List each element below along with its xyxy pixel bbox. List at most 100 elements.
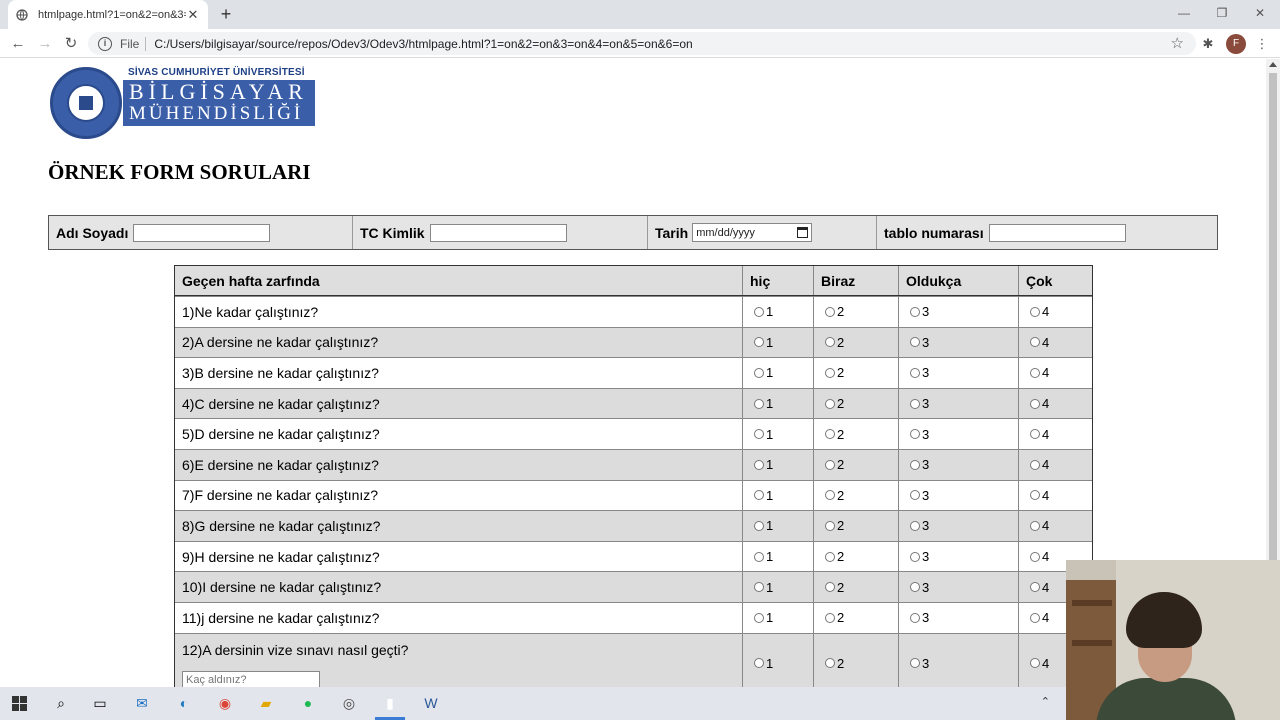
option-label[interactable]: 3 — [910, 457, 929, 472]
option-label[interactable]: 1 — [754, 304, 773, 319]
radio-button[interactable] — [1030, 306, 1040, 317]
option-label[interactable]: 2 — [825, 488, 844, 503]
option-label[interactable]: 1 — [754, 365, 773, 380]
option-label[interactable]: 1 — [754, 335, 773, 350]
option-label[interactable]: 2 — [825, 335, 844, 350]
option-label[interactable]: 3 — [910, 488, 929, 503]
option-label[interactable]: 2 — [825, 365, 844, 380]
radio-button[interactable] — [1030, 367, 1040, 378]
radio-button[interactable] — [910, 520, 920, 531]
radio-button[interactable] — [754, 490, 764, 501]
radio-button[interactable] — [825, 337, 835, 348]
radio-button[interactable] — [910, 582, 920, 593]
radio-button[interactable] — [825, 459, 835, 470]
maximize-button[interactable]: ❐ — [1210, 4, 1234, 22]
radio-button[interactable] — [910, 459, 920, 470]
radio-button[interactable] — [754, 459, 764, 470]
radio-button[interactable] — [910, 367, 920, 378]
radio-button[interactable] — [754, 658, 764, 669]
close-window-button[interactable]: ✕ — [1248, 4, 1272, 22]
radio-button[interactable] — [910, 490, 920, 501]
option-label[interactable]: 4 — [1030, 396, 1049, 411]
option-label[interactable]: 4 — [1030, 580, 1049, 595]
radio-button[interactable] — [910, 306, 920, 317]
option-label[interactable]: 4 — [1030, 549, 1049, 564]
option-label[interactable]: 1 — [754, 656, 773, 671]
option-label[interactable]: 1 — [754, 610, 773, 625]
minimize-button[interactable]: — — [1172, 4, 1196, 22]
radio-button[interactable] — [754, 551, 764, 562]
radio-button[interactable] — [825, 490, 835, 501]
radio-button[interactable] — [910, 429, 920, 440]
document-icon[interactable]: ▮ — [379, 692, 401, 714]
option-label[interactable]: 4 — [1030, 518, 1049, 533]
option-label[interactable]: 3 — [910, 518, 929, 533]
option-label[interactable]: 3 — [910, 610, 929, 625]
reload-button[interactable]: ↻ — [60, 33, 82, 55]
radio-button[interactable] — [1030, 490, 1040, 501]
option-label[interactable]: 2 — [825, 549, 844, 564]
spotify-icon[interactable]: ● — [297, 692, 319, 714]
close-tab-icon[interactable]: ✕ — [186, 7, 200, 23]
radio-button[interactable] — [910, 337, 920, 348]
bookmark-star-icon[interactable]: ☆ — [1171, 34, 1184, 52]
option-label[interactable]: 2 — [825, 656, 844, 671]
option-label[interactable]: 2 — [825, 427, 844, 442]
date-input[interactable]: mm/dd/yyyy — [692, 223, 813, 242]
option-label[interactable]: 1 — [754, 518, 773, 533]
chrome-icon[interactable]: ◉ — [214, 692, 236, 714]
extensions-icon[interactable]: ✱ — [1198, 34, 1218, 54]
radio-button[interactable] — [825, 551, 835, 562]
radio-button[interactable] — [754, 520, 764, 531]
task-view-icon[interactable]: ▭ — [89, 692, 111, 714]
radio-button[interactable] — [754, 306, 764, 317]
option-label[interactable]: 2 — [825, 580, 844, 595]
option-label[interactable]: 2 — [825, 518, 844, 533]
option-label[interactable]: 3 — [910, 365, 929, 380]
app-icon[interactable]: ◎ — [338, 692, 360, 714]
radio-button[interactable] — [910, 658, 920, 669]
option-label[interactable]: 1 — [754, 457, 773, 472]
browser-tab[interactable]: htmlpage.html?1=on&2=on&3=on&4=on&5=on&6… — [8, 0, 208, 29]
option-label[interactable]: 4 — [1030, 656, 1049, 671]
radio-button[interactable] — [1030, 398, 1040, 409]
option-label[interactable]: 3 — [910, 580, 929, 595]
back-button[interactable]: ← — [7, 33, 29, 55]
option-label[interactable]: 2 — [825, 457, 844, 472]
option-label[interactable]: 1 — [754, 427, 773, 442]
option-label[interactable]: 4 — [1030, 335, 1049, 350]
profile-avatar[interactable]: F — [1226, 34, 1246, 54]
option-label[interactable]: 1 — [754, 549, 773, 564]
radio-button[interactable] — [1030, 612, 1040, 623]
option-label[interactable]: 4 — [1030, 365, 1049, 380]
radio-button[interactable] — [1030, 459, 1040, 470]
radio-button[interactable] — [910, 398, 920, 409]
radio-button[interactable] — [825, 520, 835, 531]
option-label[interactable]: 3 — [910, 304, 929, 319]
word-icon[interactable]: W — [420, 692, 442, 714]
option-label[interactable]: 3 — [910, 549, 929, 564]
radio-button[interactable] — [1030, 429, 1040, 440]
radio-button[interactable] — [1030, 582, 1040, 593]
radio-button[interactable] — [825, 582, 835, 593]
mail-icon[interactable]: ✉ — [131, 692, 153, 714]
search-icon[interactable]: ⌕ — [50, 692, 72, 714]
option-label[interactable]: 4 — [1030, 427, 1049, 442]
calendar-icon[interactable] — [797, 227, 809, 238]
option-label[interactable]: 3 — [910, 396, 929, 411]
radio-button[interactable] — [754, 337, 764, 348]
score-input[interactable] — [182, 670, 320, 687]
radio-button[interactable] — [825, 658, 835, 669]
radio-button[interactable] — [1030, 520, 1040, 531]
option-label[interactable]: 2 — [825, 610, 844, 625]
new-tab-button[interactable]: + — [216, 4, 236, 24]
option-label[interactable]: 4 — [1030, 304, 1049, 319]
radio-button[interactable] — [910, 551, 920, 562]
radio-button[interactable] — [754, 429, 764, 440]
file-explorer-icon[interactable]: ▰ — [255, 692, 277, 714]
option-label[interactable]: 1 — [754, 396, 773, 411]
edge-icon[interactable]: ◐ — [173, 692, 195, 714]
option-label[interactable]: 2 — [825, 304, 844, 319]
windows-start-icon[interactable] — [12, 696, 27, 711]
radio-button[interactable] — [825, 306, 835, 317]
